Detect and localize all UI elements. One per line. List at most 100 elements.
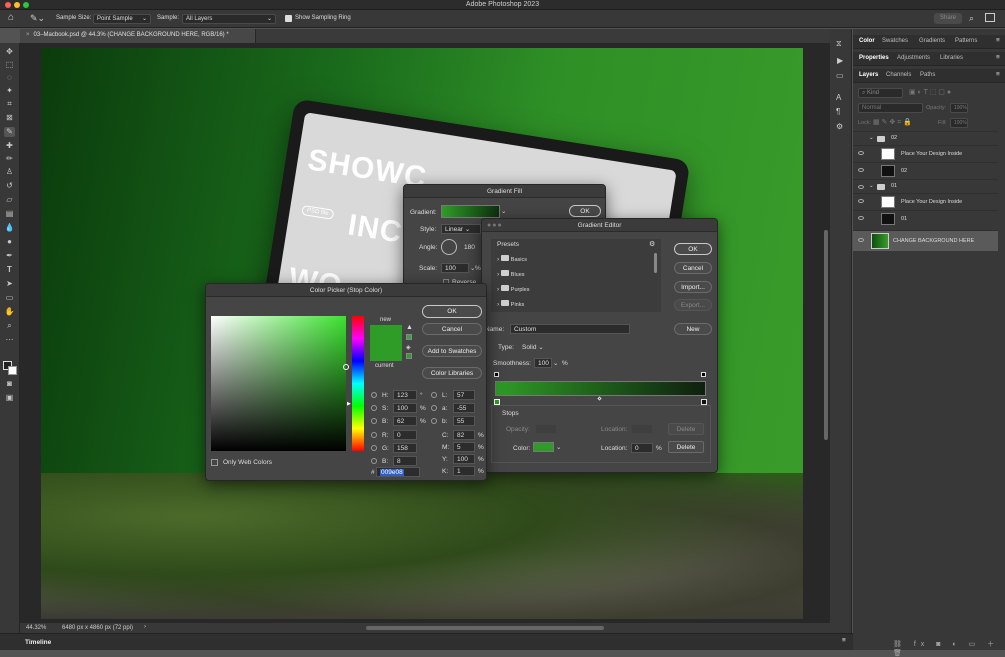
current-color-swatch[interactable] — [370, 343, 402, 361]
hue-field[interactable]: 123 — [393, 390, 417, 400]
glyphs-icon[interactable]: ⚙ — [836, 122, 843, 131]
radio-green[interactable] — [371, 445, 377, 451]
blue-field[interactable]: 8 — [393, 456, 417, 466]
frame-tool-icon[interactable]: ⊠ — [4, 113, 15, 123]
panel-menu-icon[interactable]: ≡ — [996, 71, 1000, 78]
marquee-tool-icon[interactable]: ⬚ — [4, 60, 15, 70]
tab-adjustments[interactable]: Adjustments — [897, 55, 930, 61]
tab-channels[interactable]: Channels — [886, 72, 911, 78]
lab-l-field[interactable]: 57 — [453, 390, 475, 400]
sampling-ring-checkbox[interactable] — [285, 15, 292, 22]
share-button[interactable]: Share — [934, 13, 962, 24]
green-field[interactable]: 158 — [393, 443, 417, 453]
panel-menu-icon[interactable]: ≡ — [996, 37, 1000, 44]
more-tools-icon[interactable]: ⋯ — [4, 335, 15, 345]
color-field-cursor[interactable] — [343, 364, 349, 370]
import-button[interactable]: Import... — [674, 281, 712, 293]
black-field[interactable]: 1 — [453, 466, 475, 476]
play-icon[interactable]: ▶ — [837, 56, 843, 65]
background-color-swatch[interactable] — [8, 366, 17, 375]
vertical-scrollbar[interactable] — [824, 230, 828, 440]
smoothness-field[interactable]: 100 — [534, 358, 552, 368]
yellow-field[interactable]: 100 — [453, 454, 475, 464]
chevron-right-icon[interactable]: › — [144, 624, 146, 630]
gamut-warning-icon[interactable]: ▲ — [406, 324, 413, 331]
paragraph-icon[interactable]: ¶ — [836, 107, 840, 116]
horizontal-scrollbar[interactable] — [366, 626, 604, 630]
hue-slider[interactable] — [352, 316, 364, 451]
rectangle-tool-icon[interactable]: ▭ — [4, 293, 15, 303]
gradient-editor-cancel-button[interactable]: Cancel — [674, 262, 712, 274]
delete-opacity-stop-button[interactable]: Delete — [668, 423, 704, 435]
crop-tool-icon[interactable]: ⌗ — [4, 99, 15, 109]
radio-hue[interactable] — [371, 392, 377, 398]
type-tool-icon[interactable]: T — [4, 265, 15, 275]
preset-folder[interactable]: › Basics — [497, 255, 527, 263]
web-safe-swatch[interactable] — [406, 353, 412, 359]
tab-paths[interactable]: Paths — [920, 72, 935, 78]
group-disclosure-icon[interactable]: ⌄ — [869, 183, 874, 189]
eraser-tool-icon[interactable]: ▱ — [4, 195, 15, 205]
cyan-field[interactable]: 82 — [453, 430, 475, 440]
eye-icon[interactable] — [858, 168, 864, 172]
tab-gradients[interactable]: Gradients — [919, 38, 945, 44]
chevron-down-icon[interactable]: ⌄ — [501, 207, 506, 215]
eye-icon[interactable] — [858, 216, 864, 220]
gradient-swatch[interactable] — [441, 205, 500, 218]
layer-row[interactable]: ⌄ 02 — [853, 131, 998, 145]
eye-icon[interactable] — [858, 185, 864, 189]
gamut-swatch[interactable] — [406, 334, 412, 340]
gradient-editor-ok-button[interactable]: OK — [674, 243, 712, 255]
angle-value[interactable]: 180 — [464, 244, 475, 251]
hand-tool-icon[interactable]: ✋ — [4, 307, 15, 317]
stamp-tool-icon[interactable]: ♙ — [4, 167, 15, 177]
layer-row[interactable]: 01 — [853, 210, 998, 227]
export-button[interactable]: Export... — [674, 299, 712, 311]
close-icon[interactable]: × — [26, 32, 30, 38]
stop-color-swatch[interactable] — [533, 442, 554, 452]
stop-opacity-location-field[interactable] — [631, 424, 653, 434]
brush-tool-icon[interactable]: ✏ — [4, 154, 15, 164]
preset-folder[interactable]: › Blues — [497, 270, 525, 278]
magic-wand-tool-icon[interactable]: ✦ — [4, 86, 15, 96]
opacity-field[interactable]: 100% — [950, 103, 968, 113]
angle-dial[interactable] — [441, 239, 457, 255]
panel-menu-icon[interactable]: ≡ — [842, 637, 846, 644]
gradient-editor-traffic-lights[interactable]: ●●● — [487, 222, 503, 229]
layer-kind-filter[interactable]: ⌕ Kind — [858, 88, 903, 98]
preset-folder[interactable]: › Purples — [497, 285, 529, 293]
eyedropper-tool-icon[interactable]: ✎⌄ — [30, 13, 45, 24]
screen-mode-icon[interactable]: ▣ — [4, 393, 15, 403]
style-select[interactable]: Linear ⌄ — [441, 224, 481, 234]
opacity-stop-right[interactable] — [701, 372, 706, 377]
fill-field[interactable]: 100% — [950, 118, 968, 128]
radio-lab-l[interactable] — [431, 392, 437, 398]
panel-menu-icon[interactable]: ≡ — [996, 54, 1000, 61]
radio-lab-b[interactable] — [431, 418, 437, 424]
home-icon[interactable]: ⌂ — [8, 13, 18, 23]
tab-properties[interactable]: Properties — [859, 55, 889, 61]
group-disclosure-icon[interactable]: ⌄ — [869, 135, 874, 141]
dodge-tool-icon[interactable]: ● — [4, 237, 15, 247]
color-picker-cancel-button[interactable]: Cancel — [422, 323, 482, 335]
blur-tool-icon[interactable]: 💧 — [4, 223, 15, 233]
quick-mask-icon[interactable]: ◙ — [4, 379, 15, 389]
new-gradient-button[interactable]: New — [674, 323, 712, 335]
tab-layers[interactable]: Layers — [859, 72, 878, 78]
saturation-field[interactable]: 100 — [393, 403, 417, 413]
layer-row[interactable]: ⌄ 01 — [853, 179, 998, 193]
lab-b-field[interactable]: 55 — [453, 416, 475, 426]
gradient-tool-icon[interactable]: ▤ — [4, 209, 15, 219]
color-libraries-button[interactable]: Color Libraries — [422, 367, 482, 379]
radio-saturation[interactable] — [371, 405, 377, 411]
tab-color[interactable]: Color — [859, 38, 875, 44]
blend-mode-select[interactable]: Normal — [858, 103, 923, 113]
presets-scrollbar[interactable] — [654, 253, 657, 273]
chevron-down-icon[interactable]: ⌄ — [556, 443, 561, 451]
preset-folder[interactable]: › Pinks — [497, 300, 524, 308]
sample-size-select[interactable]: Point Sample ⌄ — [93, 14, 151, 24]
eye-icon[interactable] — [858, 238, 864, 242]
eye-icon[interactable] — [858, 199, 864, 203]
workspace-icon[interactable] — [985, 13, 995, 22]
delete-color-stop-button[interactable]: Delete — [668, 441, 704, 453]
